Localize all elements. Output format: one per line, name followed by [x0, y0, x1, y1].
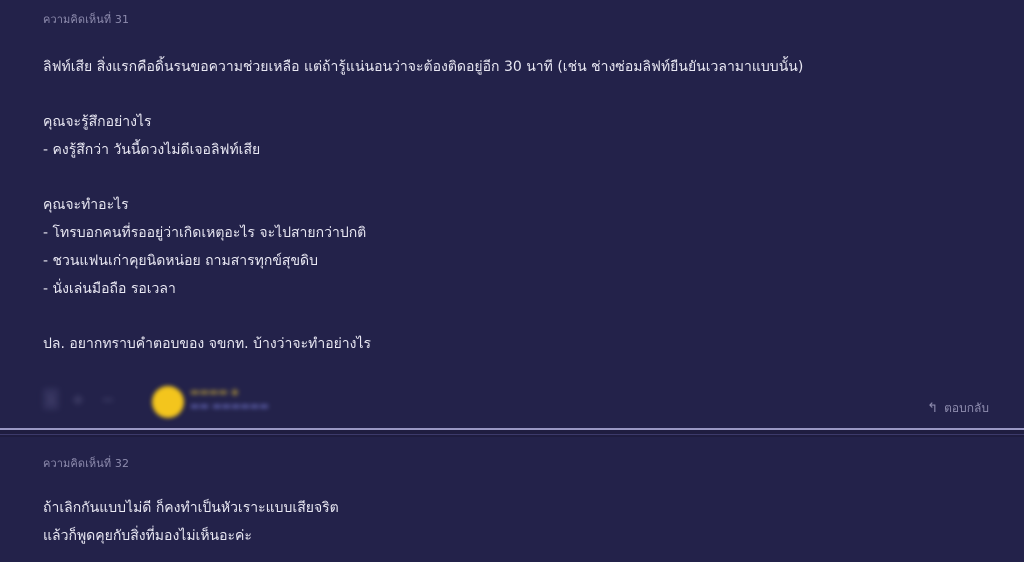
- reply-arrow-icon: ↰: [927, 401, 939, 416]
- comment-text-line: คุณจะทำอะไร: [43, 197, 129, 213]
- reply-button[interactable]: ↰ ตอบกลับ: [927, 399, 989, 418]
- comment-divider: [0, 434, 1024, 435]
- reply-label: ตอบกลับ: [944, 401, 989, 415]
- comment-text-line: - คงรู้สึกว่า วันนี้ดวงไม่ดีเจอลิฟท์เสีย: [43, 142, 261, 158]
- plus-icon[interactable]: +: [67, 388, 89, 410]
- comment-text-line: ลิฟท์เสีย สิ่งแรกคือดิ้นรนขอความช่วยเหลื…: [43, 59, 804, 75]
- vote-controls: 1 + −: [43, 383, 127, 415]
- comment-card-31: ความคิดเห็นที่ 31 ลิฟท์เสีย สิ่งแรกคือดิ…: [0, 0, 1024, 428]
- comment-text-line: ปล. อยากทราบคำตอบของ จขกท. บ้างว่าจะทำอย…: [43, 336, 372, 352]
- comment-thread: ความคิดเห็นที่ 31 ลิฟท์เสีย สิ่งแรกคือดิ…: [0, 0, 1024, 562]
- vote-count: 1: [43, 388, 59, 410]
- minus-icon[interactable]: −: [97, 388, 119, 410]
- comment-text-line: แล้วก็พูดคุยกับสิ่งที่มองไม่เห็นอะค่ะ: [43, 528, 252, 544]
- avatar[interactable]: [152, 386, 184, 418]
- author-name[interactable]: ▬▬▬▬ ◆: [190, 387, 269, 398]
- comment-text-line: - ชวนแฟนเก่าคุยนิดหน่อย ถามสารทุกข์สุขดิ…: [43, 253, 319, 269]
- comment-divider: [0, 428, 1024, 430]
- comment-text-line: คุณจะรู้สึกอย่างไร: [43, 114, 152, 130]
- comment-text-line: ถ้าเลิกกันแบบไม่ดี ก็คงทำเป็นหัวเราะแบบเ…: [43, 500, 339, 516]
- comment-card-32: ความคิดเห็นที่ 32 ถ้าเลิกกันแบบไม่ดี ก็ค…: [0, 437, 1024, 562]
- author-info: ▬▬▬▬ ◆ ▬▬ ▬▬▬▬▬▬: [190, 387, 269, 412]
- comment-text-line: - นั่งเล่นมือถือ รอเวลา: [43, 281, 176, 297]
- comment-number-label: ความคิดเห็นที่ 32: [43, 457, 130, 470]
- comment-number-label: ความคิดเห็นที่ 31: [43, 13, 130, 26]
- comment-text-line: - โทรบอกคนที่รออยู่ว่าเกิดเหตุอะไร จะไปส…: [43, 225, 367, 241]
- post-time: ▬▬ ▬▬▬▬▬▬: [190, 401, 269, 412]
